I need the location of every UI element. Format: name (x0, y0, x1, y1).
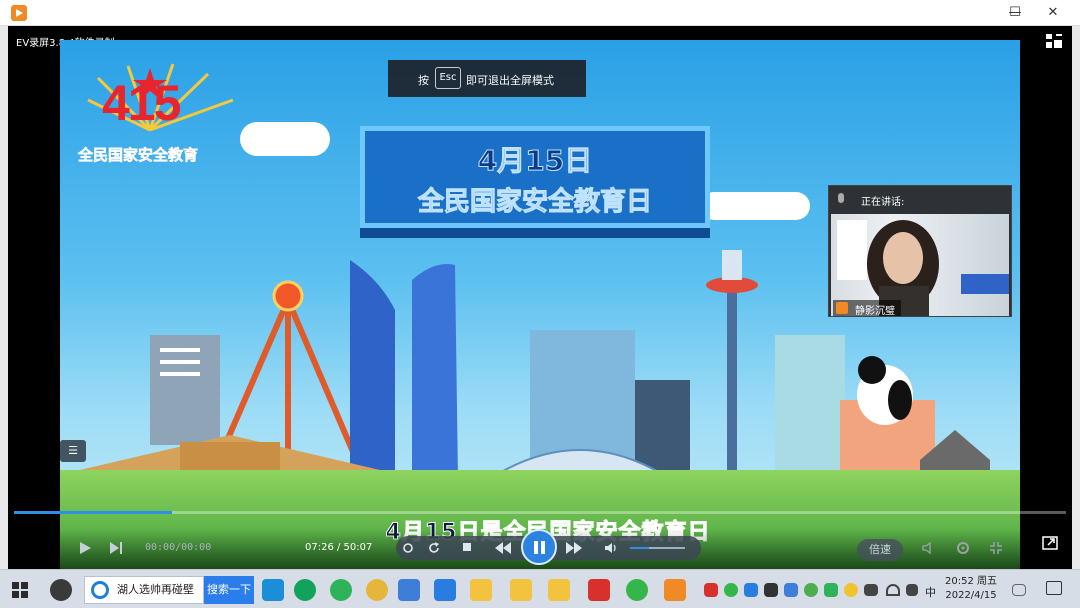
logo-text: 全民国家安全教育 (78, 146, 199, 165)
tray-icon[interactable] (784, 583, 798, 597)
volume-slider-fill (630, 547, 650, 549)
clock[interactable]: 20:52 周五 2022/4/15 (944, 575, 998, 603)
popout-icon[interactable] (1042, 536, 1058, 550)
paint-icon[interactable] (366, 579, 388, 601)
volume-slider[interactable] (630, 547, 685, 549)
next-icon[interactable] (109, 541, 123, 555)
search-text: 湖人选帅再碰壁 (117, 583, 194, 596)
seek-bar[interactable] (14, 511, 1066, 514)
tray-icon[interactable] (804, 583, 818, 597)
player-controls: 00:00/00:00 07:26 / 50:07 倍速 (8, 529, 1072, 569)
play-icon[interactable] (78, 541, 92, 555)
fan-app-icon[interactable] (50, 579, 72, 601)
folder-icon[interactable] (548, 579, 570, 601)
wechat-icon[interactable] (626, 579, 648, 601)
exit-fullscreen-icon[interactable] (988, 540, 1004, 556)
secondary-time: 00:00/00:00 (145, 542, 212, 553)
app-icon[interactable] (262, 579, 284, 601)
pause-button[interactable] (521, 529, 557, 565)
speaker-panel[interactable]: 正在讲话: 静影沉璧 (828, 185, 1012, 317)
folder-icon[interactable] (470, 579, 492, 601)
settings-gear-icon[interactable] (955, 540, 971, 556)
speed-button[interactable]: 倍速 (857, 539, 903, 561)
speaker-volume-icon[interactable] (922, 541, 938, 555)
speaker-video: 静影沉璧 (831, 214, 1009, 316)
fast-forward-icon[interactable] (565, 541, 583, 555)
microphone-icon (838, 193, 844, 203)
tray-icon[interactable] (704, 583, 718, 597)
shield-icon[interactable] (824, 583, 838, 597)
search-button[interactable]: 搜索一下 (204, 576, 254, 604)
taskbar: 湖人选帅再碰壁 搜索一下 中 20:52 周五 2022/4/15 (0, 569, 1080, 608)
wifi-icon[interactable] (886, 584, 900, 596)
date-banner: 4月15日 全民国家安全教育日 (360, 126, 710, 228)
tray-wechat-icon[interactable] (724, 583, 738, 597)
window-titlebar: — ☐ ✕ (0, 0, 1080, 26)
windows-start-icon[interactable] (12, 582, 28, 598)
tray-icon[interactable] (764, 583, 778, 597)
desktop-icon[interactable] (1012, 584, 1026, 596)
player-taskbar-icon[interactable] (664, 579, 686, 601)
esc-key-label: Esc (435, 67, 461, 89)
tray-icon[interactable] (844, 583, 858, 597)
close-button[interactable]: ✕ (1030, 0, 1076, 26)
cloud-illustration (240, 122, 330, 156)
clock-time: 20:52 周五 (945, 576, 997, 587)
screen: — ☐ ✕ EV录屏3.8.4软件录制 (0, 0, 1080, 608)
speaker-header: 正在讲话: (829, 186, 1011, 212)
video-player[interactable]: EV录屏3.8.4软件录制 415 全民国家安全教育 (8, 26, 1072, 569)
app-player-icon (11, 5, 27, 21)
esc-tip-prefix: 按 (418, 74, 429, 87)
cloud-illustration (700, 192, 810, 220)
stop-icon[interactable] (462, 542, 472, 552)
browser-icon[interactable] (330, 579, 352, 601)
notification-icon[interactable] (1046, 581, 1062, 595)
playback-time: 07:26 / 50:07 (305, 542, 373, 553)
folder-icon[interactable] (510, 579, 532, 601)
app-icon[interactable] (434, 579, 456, 601)
tray-icon[interactable] (744, 583, 758, 597)
maximize-button[interactable]: ☐ (1000, 0, 1030, 26)
right-window-edge (1072, 26, 1080, 569)
speaker-name-tag: 静影沉璧 (833, 300, 901, 316)
speaker-tray-icon[interactable] (906, 584, 918, 596)
app-icon[interactable] (294, 579, 316, 601)
taskbar-search-box[interactable]: 湖人选帅再碰壁 (84, 576, 204, 604)
banner-date-text: 4月15日 (477, 144, 593, 178)
esc-tip-text: 即可退出全屏模式 (466, 74, 554, 87)
panda-illustration (857, 356, 913, 425)
clock-date: 2022/4/15 (945, 590, 997, 601)
rewind-icon[interactable] (494, 541, 512, 555)
banner-title-text: 全民国家安全教育日 (417, 187, 652, 218)
refresh-icon[interactable] (427, 541, 441, 555)
user-badge-icon (836, 302, 848, 314)
app-icon[interactable] (398, 579, 420, 601)
speaker-name: 静影沉璧 (855, 306, 895, 316)
volume-icon[interactable] (604, 541, 618, 555)
battery-icon[interactable] (864, 584, 878, 596)
logo-number: 415 (102, 75, 181, 131)
playlist-button[interactable]: ☰ (60, 440, 86, 462)
ie-browser-icon (91, 581, 109, 599)
layout-grid-icon[interactable] (1046, 34, 1062, 48)
seek-bar-progress (14, 511, 172, 514)
ime-indicator[interactable]: 中 (925, 584, 936, 600)
esc-tip-overlay: 按 Esc 即可退出全屏模式 (388, 60, 586, 97)
loop-icon[interactable] (401, 541, 415, 555)
speaker-header-label: 正在讲话: (861, 197, 905, 208)
app-icon[interactable] (588, 579, 610, 601)
left-window-edge (0, 26, 8, 569)
logo-415: 415 全民国家安全教育 (78, 60, 248, 170)
